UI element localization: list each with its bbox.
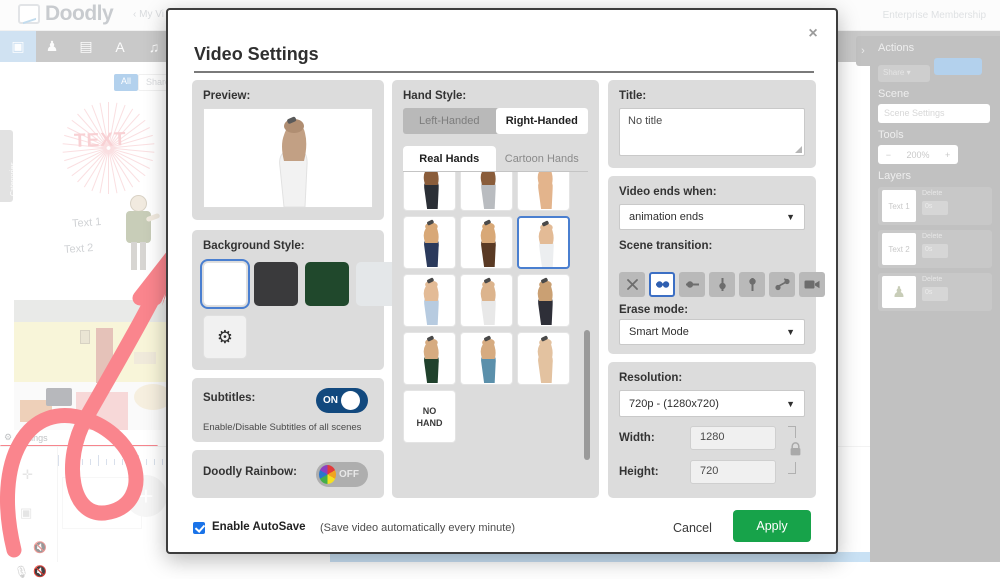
- modal-title: Video Settings: [194, 44, 319, 64]
- hand-option-hand-charcoal-sleeve[interactable]: [517, 274, 570, 327]
- background-style-panel: Background Style: ⚙: [192, 230, 400, 370]
- background-swatch-white[interactable]: [200, 259, 250, 309]
- cancel-button[interactable]: Cancel: [663, 515, 722, 541]
- video-settings-panel: Video ends when: animation ends ▼ Scene …: [608, 176, 825, 354]
- hand-option-hand-green-sleeve[interactable]: [403, 332, 456, 385]
- right-handed-option[interactable]: Right-Handed: [495, 108, 588, 134]
- hand-option-hand-teal-sleeve[interactable]: [460, 332, 513, 385]
- chevron-down-icon: ▼: [786, 212, 795, 222]
- hand-option-hand-navy-sleeve[interactable]: [403, 216, 456, 269]
- background-swatch-dark-gray[interactable]: [254, 262, 298, 306]
- tab-real-hands[interactable]: Real Hands: [403, 146, 496, 171]
- gear-icon[interactable]: ⚙: [203, 315, 247, 359]
- hand-option-hand-white-sleeve[interactable]: [517, 216, 570, 269]
- hand-grid-scrollbar[interactable]: [584, 330, 590, 460]
- preview-label: Preview:: [203, 90, 251, 102]
- transition-slide-right-icon[interactable]: [679, 272, 705, 297]
- resolution-label: Resolution:: [619, 372, 683, 384]
- video-ends-select[interactable]: animation ends ▼: [619, 204, 805, 230]
- height-input[interactable]: 720: [690, 460, 776, 484]
- width-input[interactable]: 1280: [690, 426, 776, 450]
- subtitles-label: Subtitles:: [203, 392, 256, 404]
- erase-mode-select[interactable]: Smart Mode ▼: [619, 319, 805, 345]
- title-panel: Title: No title: [608, 80, 816, 168]
- aspect-ratio-lock[interactable]: [788, 426, 806, 474]
- video-ends-label: Video ends when:: [619, 186, 717, 198]
- close-icon[interactable]: ×: [803, 24, 823, 44]
- apply-button[interactable]: Apply: [733, 510, 811, 542]
- subtitles-panel: Subtitles: ON Enable/Disable Subtitles o…: [192, 378, 384, 442]
- preview-hand-illustration: [279, 116, 308, 207]
- hand-option-hand-lightblue-sleeve[interactable]: [403, 274, 456, 327]
- rainbow-color-wheel-icon: [319, 465, 336, 484]
- subtitles-toggle[interactable]: ON: [316, 388, 368, 413]
- transition-camera-icon[interactable]: [799, 272, 825, 297]
- transition-slide-up-icon[interactable]: [709, 272, 735, 297]
- subtitles-toggle-state: ON: [323, 395, 338, 406]
- tab-cartoon-hands[interactable]: Cartoon Hands: [496, 146, 589, 171]
- transition-slide-down-icon[interactable]: [739, 272, 765, 297]
- preview-image: [203, 108, 373, 208]
- hand-style-panel: Hand Style: Left-Handed Right-Handed Rea…: [392, 80, 599, 498]
- doodly-rainbow-panel: Doodly Rainbow: OFF: [192, 450, 384, 498]
- hand-option-hand-brown-sleeve[interactable]: [460, 216, 513, 269]
- hand-option-hand-bare-arm-2[interactable]: [517, 332, 570, 385]
- preview-panel: Preview:: [192, 80, 384, 220]
- chevron-down-icon: ▼: [786, 327, 795, 337]
- hand-style-label: Hand Style:: [403, 90, 467, 102]
- voice-mute-icon[interactable]: 🔇: [33, 565, 47, 578]
- scene-transition-label: Scene transition:: [619, 240, 713, 252]
- resolution-select[interactable]: 720p - (1280x720) ▼: [619, 390, 805, 417]
- left-handed-option[interactable]: Left-Handed: [403, 108, 496, 134]
- scene-transition-options: [619, 272, 825, 297]
- transition-slide-horizontal-icon[interactable]: [649, 272, 675, 297]
- hand-option-hand-bare-arm[interactable]: [517, 172, 570, 211]
- voice-track-icon[interactable]: 🎙: [14, 565, 29, 579]
- lock-icon: [790, 442, 801, 456]
- hand-option-no-hand[interactable]: NO HAND: [403, 390, 456, 443]
- toggle-knob: [341, 391, 360, 410]
- title-divider: [194, 71, 814, 73]
- erase-mode-label: Erase mode:: [619, 304, 689, 316]
- video-ends-value: animation ends: [629, 211, 704, 223]
- autosave-label: Enable AutoSave: [212, 521, 306, 533]
- title-textarea[interactable]: No title: [619, 108, 805, 156]
- hand-type-tabs: Real Hands Cartoon Hands: [403, 146, 588, 172]
- resolution-panel: Resolution: 720p - (1280x720) ▼ Width: 1…: [608, 362, 816, 498]
- hand-option-hand-striped-sleeve[interactable]: [403, 172, 456, 211]
- rainbow-toggle-state: OFF: [339, 469, 359, 480]
- no-hand-label: NO HAND: [416, 406, 443, 428]
- resolution-value: 720p - (1280x720): [629, 397, 719, 410]
- handedness-segmented-control: Left-Handed Right-Handed: [403, 108, 588, 134]
- autosave-note: (Save video automatically every minute): [320, 522, 516, 534]
- rainbow-toggle[interactable]: OFF: [316, 462, 368, 487]
- hand-thumbnail-grid[interactable]: NO HAND: [403, 172, 575, 484]
- hand-option-hand-gray-sleeve[interactable]: [460, 172, 513, 211]
- background-swatch-chalk-green[interactable]: [305, 262, 349, 306]
- autosave-checkbox[interactable]: [193, 522, 205, 534]
- height-label: Height:: [619, 466, 659, 478]
- hand-option-hand-offwhite-sleeve[interactable]: [460, 274, 513, 327]
- rainbow-label: Doodly Rainbow:: [203, 466, 297, 478]
- background-style-label: Background Style:: [203, 240, 305, 252]
- width-label: Width:: [619, 432, 655, 444]
- video-settings-modal: Video Settings × Preview: Background Sty…: [166, 8, 838, 554]
- title-field-label: Title:: [619, 90, 647, 102]
- chevron-down-icon: ▼: [786, 398, 795, 409]
- erase-mode-value: Smart Mode: [629, 326, 689, 338]
- subtitles-hint: Enable/Disable Subtitles of all scenes: [203, 422, 362, 433]
- transition-zoom-icon[interactable]: [769, 272, 795, 297]
- transition-none-icon[interactable]: [619, 272, 645, 297]
